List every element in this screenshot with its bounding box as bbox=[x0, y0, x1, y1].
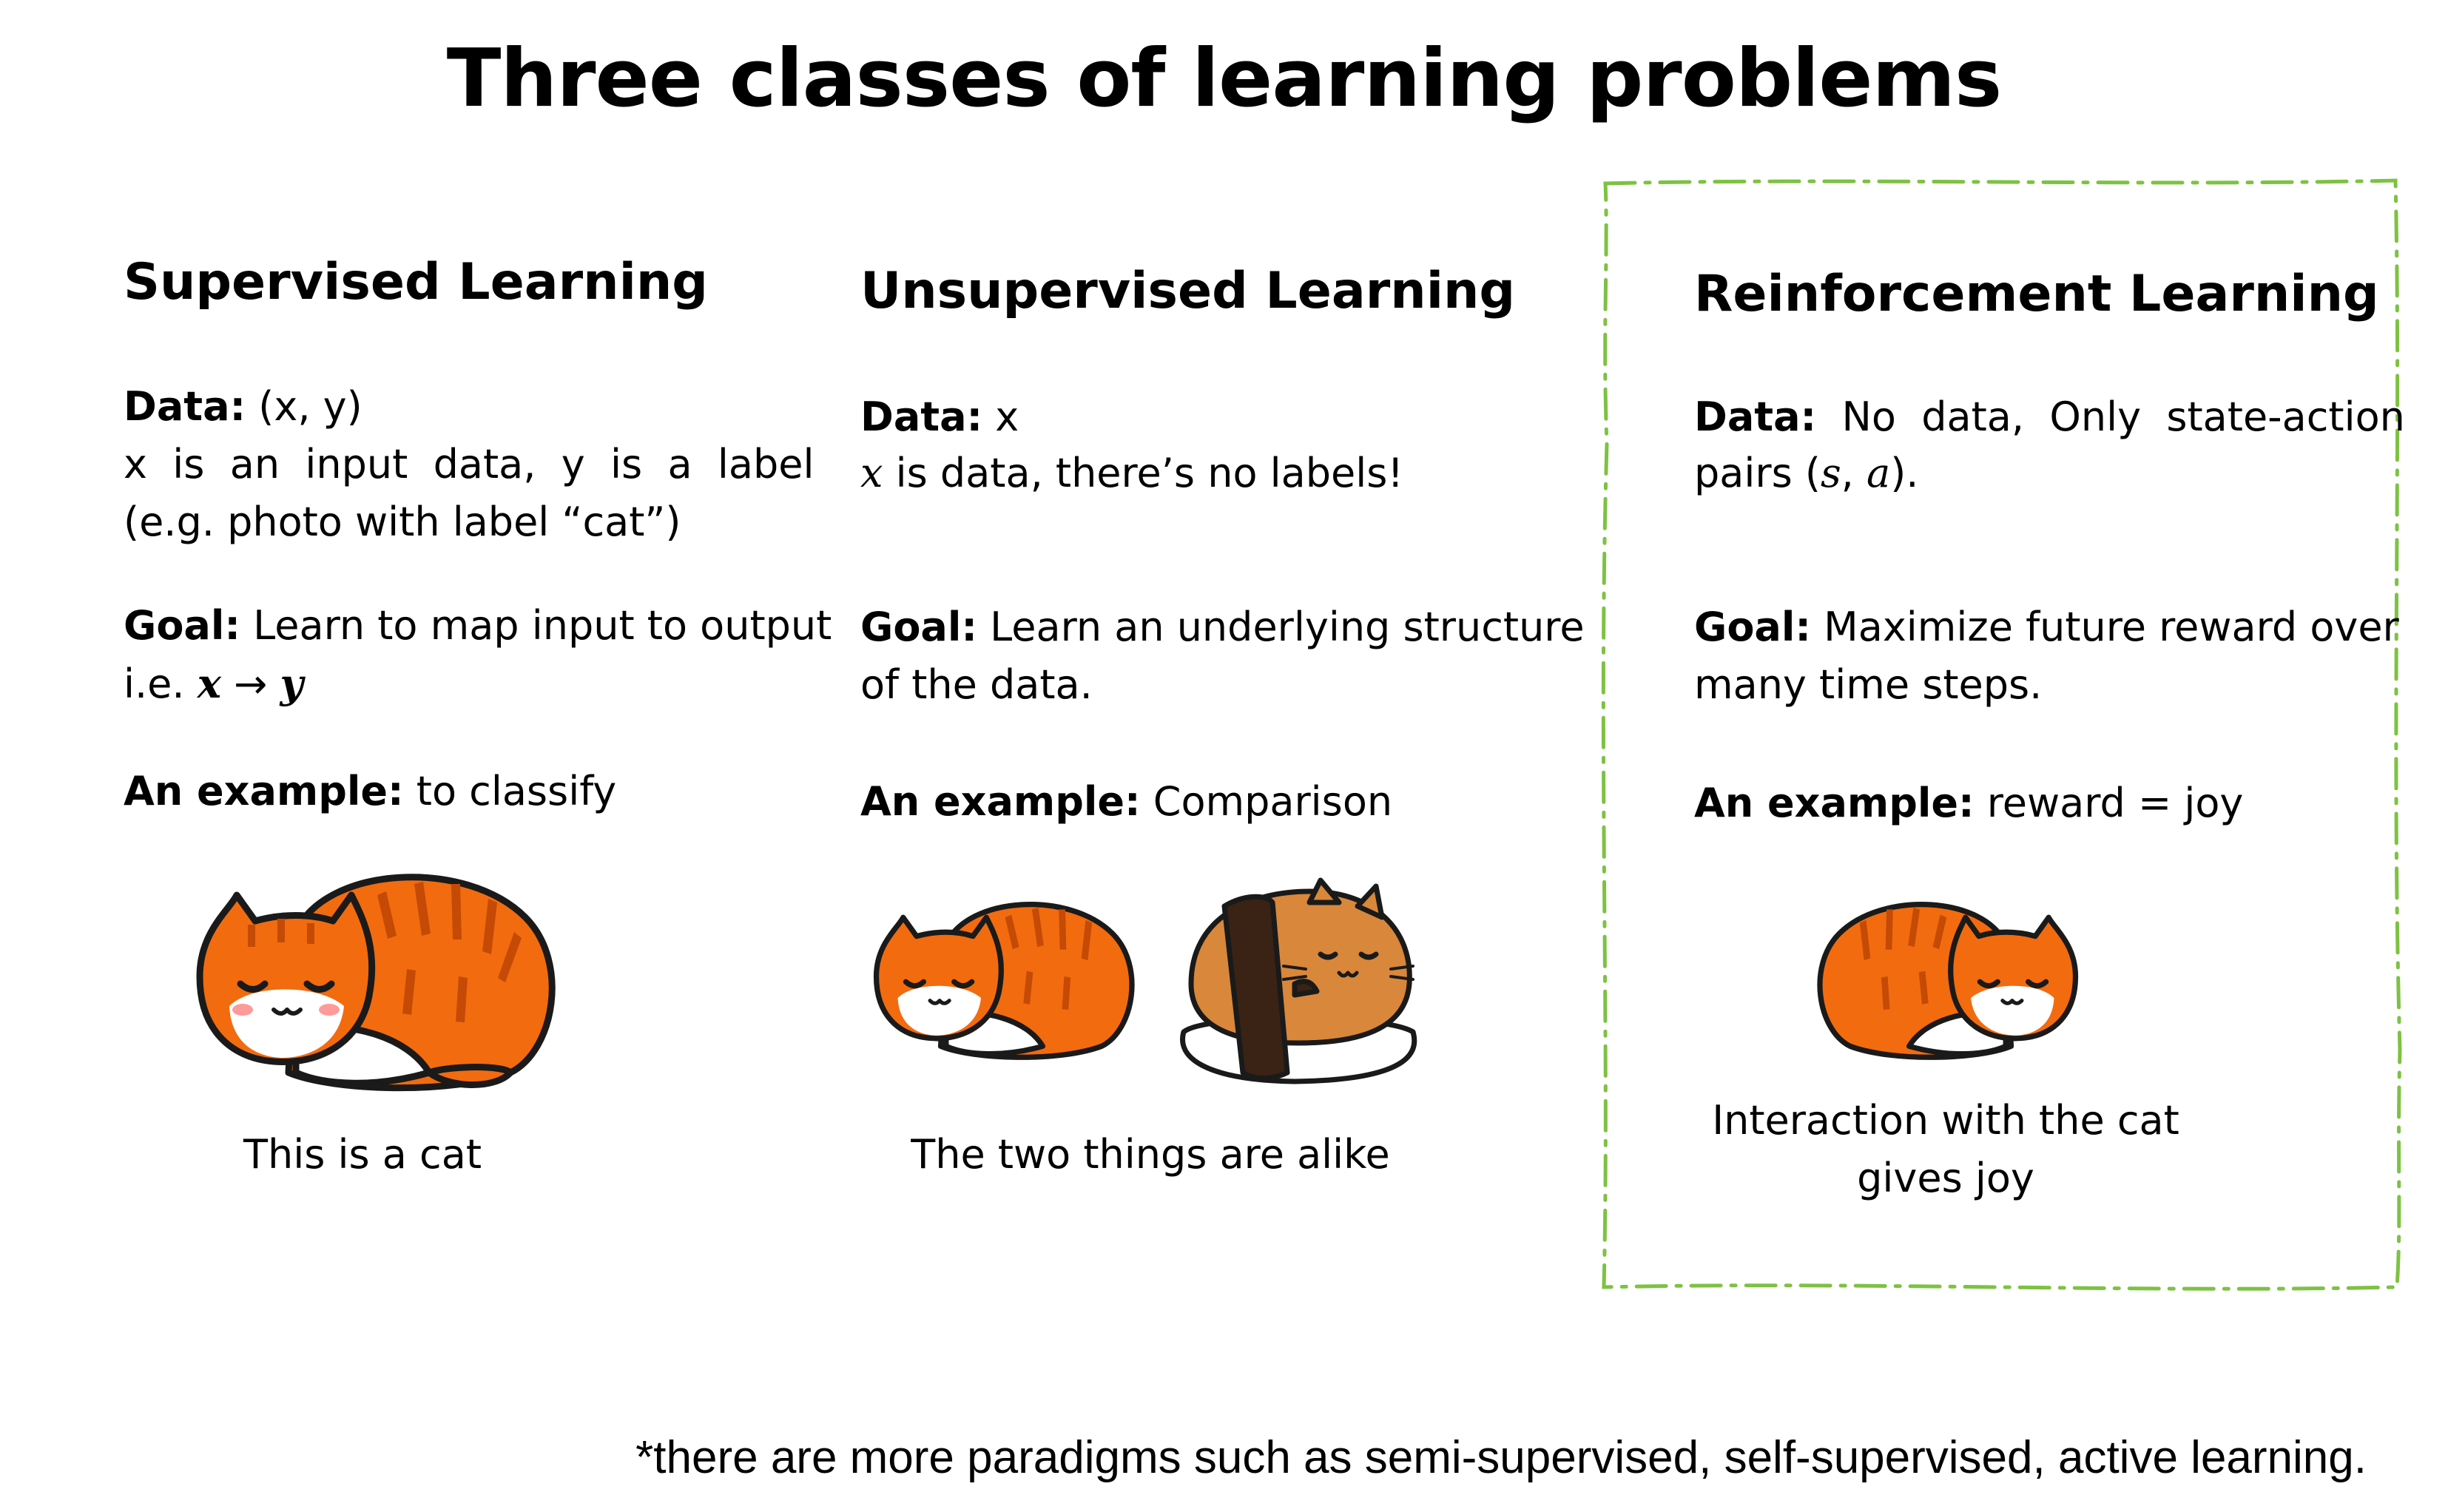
highlight-frame bbox=[1601, 178, 2402, 1291]
example-value: to classify bbox=[416, 768, 617, 814]
example-label: An example: bbox=[860, 778, 1141, 825]
data-label: Data: bbox=[860, 394, 983, 440]
goal-math-x: x bbox=[197, 660, 221, 707]
caption-line1: Interaction with the cat bbox=[1712, 1097, 2179, 1144]
footnote: *there are more paradigms such as semi-s… bbox=[635, 1432, 2367, 1483]
sleeping-cat-small-icon bbox=[873, 902, 1135, 1060]
caption-line2: gives joy bbox=[1857, 1155, 2034, 1201]
data-suffix: ). bbox=[1890, 450, 1919, 496]
goal-arrow: → bbox=[220, 661, 280, 707]
data-value: x bbox=[995, 394, 1019, 440]
reinforcement-goal-line: Goal: Maximize future reward over bbox=[1694, 599, 2399, 655]
heading-unsupervised: Unsupervised Learning bbox=[860, 262, 1516, 320]
data-math-x: x bbox=[860, 450, 883, 496]
goal-value: Learn to map input to output bbox=[253, 602, 832, 649]
reinforcement-data-line2: pairs (s, a). bbox=[1694, 445, 1918, 502]
data-label: Data: bbox=[124, 383, 246, 430]
sushi-cat-icon bbox=[1180, 877, 1417, 1084]
goal-label: Goal: bbox=[124, 602, 240, 649]
sleeping-cat-icon bbox=[1817, 902, 2079, 1060]
heading-reinforcement: Reinforcement Learning bbox=[1694, 265, 2379, 323]
goal-label: Goal: bbox=[860, 604, 977, 650]
supervised-data-line: Data: (x, y) bbox=[124, 379, 363, 435]
goal-math-y: y bbox=[280, 660, 303, 707]
unsupervised-goal-line2: of the data. bbox=[860, 661, 1093, 708]
heading-supervised: Supervised Learning bbox=[124, 253, 708, 311]
goal-prefix: i.e. bbox=[124, 661, 198, 707]
data-value: No data, Only state-action bbox=[1841, 394, 2405, 440]
data-value: (x, y) bbox=[258, 383, 363, 430]
goal-value: Learn an underlying structure bbox=[990, 604, 1585, 650]
data-math-a: a bbox=[1867, 450, 1891, 496]
reinforcement-data-line: Data: No data, Only state-action bbox=[1694, 389, 2405, 445]
example-value: reward = joy bbox=[1986, 780, 2244, 826]
supervised-goal-line2: i.e. x → y bbox=[124, 655, 303, 712]
example-label: An example: bbox=[1694, 780, 1975, 826]
goal-label: Goal: bbox=[1694, 604, 1811, 650]
reinforcement-caption: Interaction with the cat gives joy bbox=[1672, 1092, 2219, 1207]
unsupervised-example-line: An example: Comparison bbox=[860, 774, 1392, 830]
unsupervised-data-line2: x is data, there’s no labels! bbox=[860, 445, 1403, 502]
example-value: Comparison bbox=[1153, 778, 1393, 825]
example-label: An example: bbox=[124, 768, 404, 814]
unsupervised-goal-line: Goal: Learn an underlying structure bbox=[860, 599, 1585, 655]
data-prefix: pairs ( bbox=[1694, 450, 1821, 496]
supervised-data-line2: x is an input data, y is a label bbox=[124, 441, 815, 487]
supervised-goal-line: Goal: Learn to map input to output bbox=[124, 598, 832, 654]
sleeping-cat-icon bbox=[196, 874, 556, 1092]
reinforcement-goal-line2: many time steps. bbox=[1694, 661, 2043, 708]
reinforcement-example-line: An example: reward = joy bbox=[1694, 775, 2243, 831]
data-math-s: s bbox=[1820, 450, 1841, 496]
goal-value: Maximize future reward over bbox=[1824, 604, 2399, 650]
unsupervised-caption: The two things are alike bbox=[911, 1131, 1390, 1178]
supervised-data-line3: (e.g. photo with label “cat”) bbox=[124, 499, 681, 545]
data-rest: is data, there’s no labels! bbox=[883, 450, 1404, 496]
supervised-caption: This is a cat bbox=[243, 1131, 482, 1178]
data-label: Data: bbox=[1694, 394, 1817, 440]
unsupervised-data-line: Data: x bbox=[860, 389, 1019, 445]
data-sep: , bbox=[1841, 450, 1867, 496]
supervised-example-line: An example: to classify bbox=[124, 763, 616, 820]
